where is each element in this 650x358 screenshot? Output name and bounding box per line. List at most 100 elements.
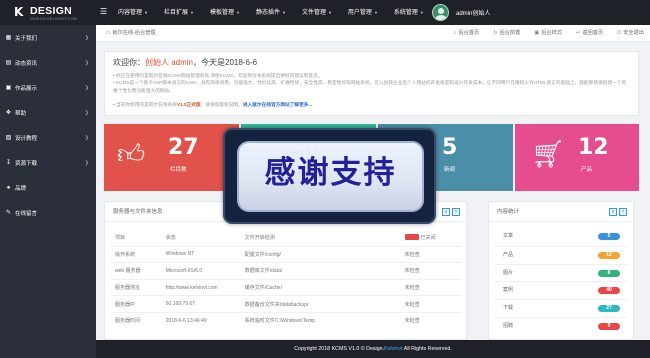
- footer-link[interactable]: Kelvinvt: [384, 346, 403, 352]
- count-badge: 0: [598, 322, 620, 330]
- sidebar-item-label: 作品展示: [15, 85, 38, 92]
- user-menu[interactable]: admin创始人: [432, 4, 490, 21]
- sidebar-item-about[interactable]: ▦ 关于我们 ❯: [0, 25, 96, 50]
- sidebar-item-news[interactable]: ▤ 动态资讯 ❯: [0, 50, 96, 75]
- table-row: 服务器地址 http://www.kelvinvt.com 缓存文件/Cache/未…: [111, 278, 461, 296]
- chevron-right-icon: ❯: [84, 109, 89, 116]
- sidebar-item-works[interactable]: ▣ 作品展示 ❯: [0, 75, 96, 100]
- stat-label: 新闻: [444, 167, 456, 173]
- sidebar-item-brand[interactable]: ● 品牌: [0, 175, 96, 200]
- count-badge: 12: [598, 251, 620, 259]
- main-nav: 内容管理 ▼ 栏目扩展 ▼ 模板管理 ▼ 静态插件 ▼ 文件管理 ▼ 用户管理 ▼ 系统管理…: [118, 0, 440, 25]
- footer-suffix: All Rights Reserved.: [402, 346, 452, 352]
- sidebar-item-label: 帮助: [15, 110, 27, 117]
- top-navbar: K DESIGN DESIGN.KELVINVT.COM ☰ 内容管理 ▼ 栏目扩…: [0, 0, 650, 25]
- table-cell: 服务器时间: [115, 318, 141, 325]
- logout-link[interactable]: ⏻ 安全退出: [617, 25, 644, 42]
- logo-text: DESIGN: [30, 5, 73, 17]
- stat-item-label: 文章: [503, 233, 514, 239]
- official-site-link[interactable]: 进入就尔在线官方网站了解更多...: [243, 102, 313, 107]
- sidebar-item-tutorial[interactable]: ▨ 设计教程 ❯: [0, 125, 96, 150]
- welcome-title: 欢迎你：创始人 admin，今天是2018-6-6: [113, 57, 630, 68]
- sidebar-item-label: 在线留言: [15, 210, 38, 217]
- hamburger-icon[interactable]: ☰: [100, 7, 108, 17]
- return-icon: ↩: [576, 30, 581, 36]
- stat-label: 栏目数: [170, 167, 187, 173]
- stat-number: 27: [168, 135, 199, 160]
- version-text: V1.0正式版: [176, 102, 201, 108]
- tool-label: 返回首页: [582, 30, 604, 36]
- stat-card-columns[interactable]: 👍︎ 27 栏目数: [104, 124, 239, 191]
- close-icon[interactable]: ×: [619, 208, 627, 216]
- table-row: 服务器IP 60.169.79.67 数据备份文件夹/databackup/未检查: [111, 295, 461, 312]
- nav-item-users[interactable]: 用户管理 ▼: [348, 0, 394, 25]
- sidebar-item-label: 设计教程: [15, 135, 38, 142]
- nav-item-static[interactable]: 静态插件 ▼: [256, 0, 302, 25]
- sidebar-item-message[interactable]: ✎ 在线留言: [0, 200, 96, 225]
- table-cell: 未检查: [404, 318, 420, 325]
- sidebar: ▦ 关于我们 ❯ ▤ 动态资讯 ❯ ▣ 作品展示 ❯ ❖ 帮助 ❯ ▨ 设计教程 ❯ ↧ 资源下载 ❯ …: [0, 25, 96, 358]
- home-icon: ⌂: [453, 30, 457, 36]
- thanks-overlay-image: 感谢支持: [223, 128, 436, 224]
- count-badge: 40: [598, 287, 620, 295]
- toggle-switch[interactable]: [404, 234, 419, 241]
- panel-buttons: ∨ ×: [440, 208, 460, 216]
- nav-label: 静态插件: [255, 10, 280, 16]
- sidebar-item-help[interactable]: ❖ 帮助 ❯: [0, 100, 96, 125]
- list-item: 招聘 0: [495, 316, 628, 335]
- logo[interactable]: K DESIGN DESIGN.KELVINVT.COM: [14, 5, 90, 22]
- file-check-toggle[interactable]: 已关闭: [404, 234, 461, 241]
- table-cell: 配置文件/config/: [244, 251, 281, 258]
- panel-buttons: ∨ ×: [607, 208, 627, 216]
- table-cell: 系统临时文件C:\Windows\Temp: [244, 318, 316, 325]
- chevron-right-icon: ❯: [84, 134, 89, 141]
- greeting-prefix: 欢迎你：: [113, 58, 145, 67]
- chevron-right-icon: ❯: [84, 84, 89, 91]
- avatar: [432, 4, 449, 21]
- collapse-icon[interactable]: ∨: [442, 208, 450, 216]
- refresh-icon: ↻: [493, 30, 498, 36]
- table-cell: 文件开启检测: [244, 234, 275, 241]
- count-badge: 8: [598, 269, 620, 277]
- table-cell: 项目: [115, 234, 126, 241]
- tool-label: 后台前置: [499, 30, 521, 36]
- stat-item-label: 图片: [503, 269, 514, 276]
- welcome-line: • KCMS是一个基于ASP脚本语言的CMS，具有简单易用、功能强大、性价比高、…: [113, 80, 627, 93]
- close-icon[interactable]: ×: [452, 208, 460, 216]
- table-cell: web 服务器: [115, 268, 141, 275]
- nav-item-files[interactable]: 文件管理 ▼: [302, 0, 348, 25]
- brand-icon: ●: [6, 184, 11, 191]
- chevron-down-icon: ▼: [373, 10, 378, 15]
- admin-front-link[interactable]: ↻ 后台前置: [493, 25, 520, 42]
- table-row: 操作系统 Windows NT 配置文件/config/未检查: [111, 245, 461, 263]
- list-item: 产品 12: [495, 245, 628, 264]
- toggle-label: 已关闭: [420, 234, 436, 241]
- nav-item-column[interactable]: 栏目扩展 ▼: [164, 0, 210, 25]
- footer-prefix: Copyright 2018 KCMS V1.0 © Design.: [294, 346, 385, 352]
- collapse-icon[interactable]: ∨: [609, 208, 617, 216]
- table-cell: 未检查: [404, 301, 420, 308]
- user-name: admin创始人: [456, 11, 491, 17]
- sidebar-item-download[interactable]: ↧ 资源下载 ❯: [0, 150, 96, 175]
- table-cell: 未检查: [404, 285, 420, 292]
- stat-item-label: 产品: [503, 251, 514, 258]
- chevron-right-icon: ❯: [84, 34, 89, 41]
- admin-home-link[interactable]: ⌂ 后台首页: [453, 25, 479, 42]
- panel-header: 内容统计 ∨ ×: [489, 202, 633, 222]
- nav-label: 系统管理: [393, 10, 418, 16]
- table-cell: Windows NT: [165, 251, 195, 258]
- toolbar: ▭ 就尔在线-后台管理 ⌂ 后台首页 ↻ 后台前置 ▣ 后台样式 ↩ 返回首页 ⏻ 安全退…: [96, 25, 650, 42]
- cart-icon: 🛒︎: [531, 139, 566, 169]
- stat-card-products[interactable]: 🛒︎ 12 产品: [515, 124, 639, 191]
- admin-style-link[interactable]: ▣ 后台样式: [534, 25, 562, 42]
- stat-item-label: 案例: [503, 287, 514, 294]
- nav-item-template[interactable]: 模板管理 ▼: [210, 0, 256, 25]
- nav-label: 用户管理: [347, 10, 372, 16]
- welcome-line: • 你正在使用的是就尔在线KCMS网站管理系统,请给KCMS，欢迎你对本系统提出…: [113, 73, 323, 78]
- back-home-link[interactable]: ↩ 返回首页: [576, 25, 603, 42]
- download-icon: ↧: [5, 160, 12, 166]
- nav-item-content[interactable]: 内容管理 ▼: [118, 0, 164, 25]
- table-cell: 未检查: [404, 251, 420, 258]
- panel-title: 内容统计: [497, 209, 520, 215]
- power-icon: ⏻: [617, 30, 622, 36]
